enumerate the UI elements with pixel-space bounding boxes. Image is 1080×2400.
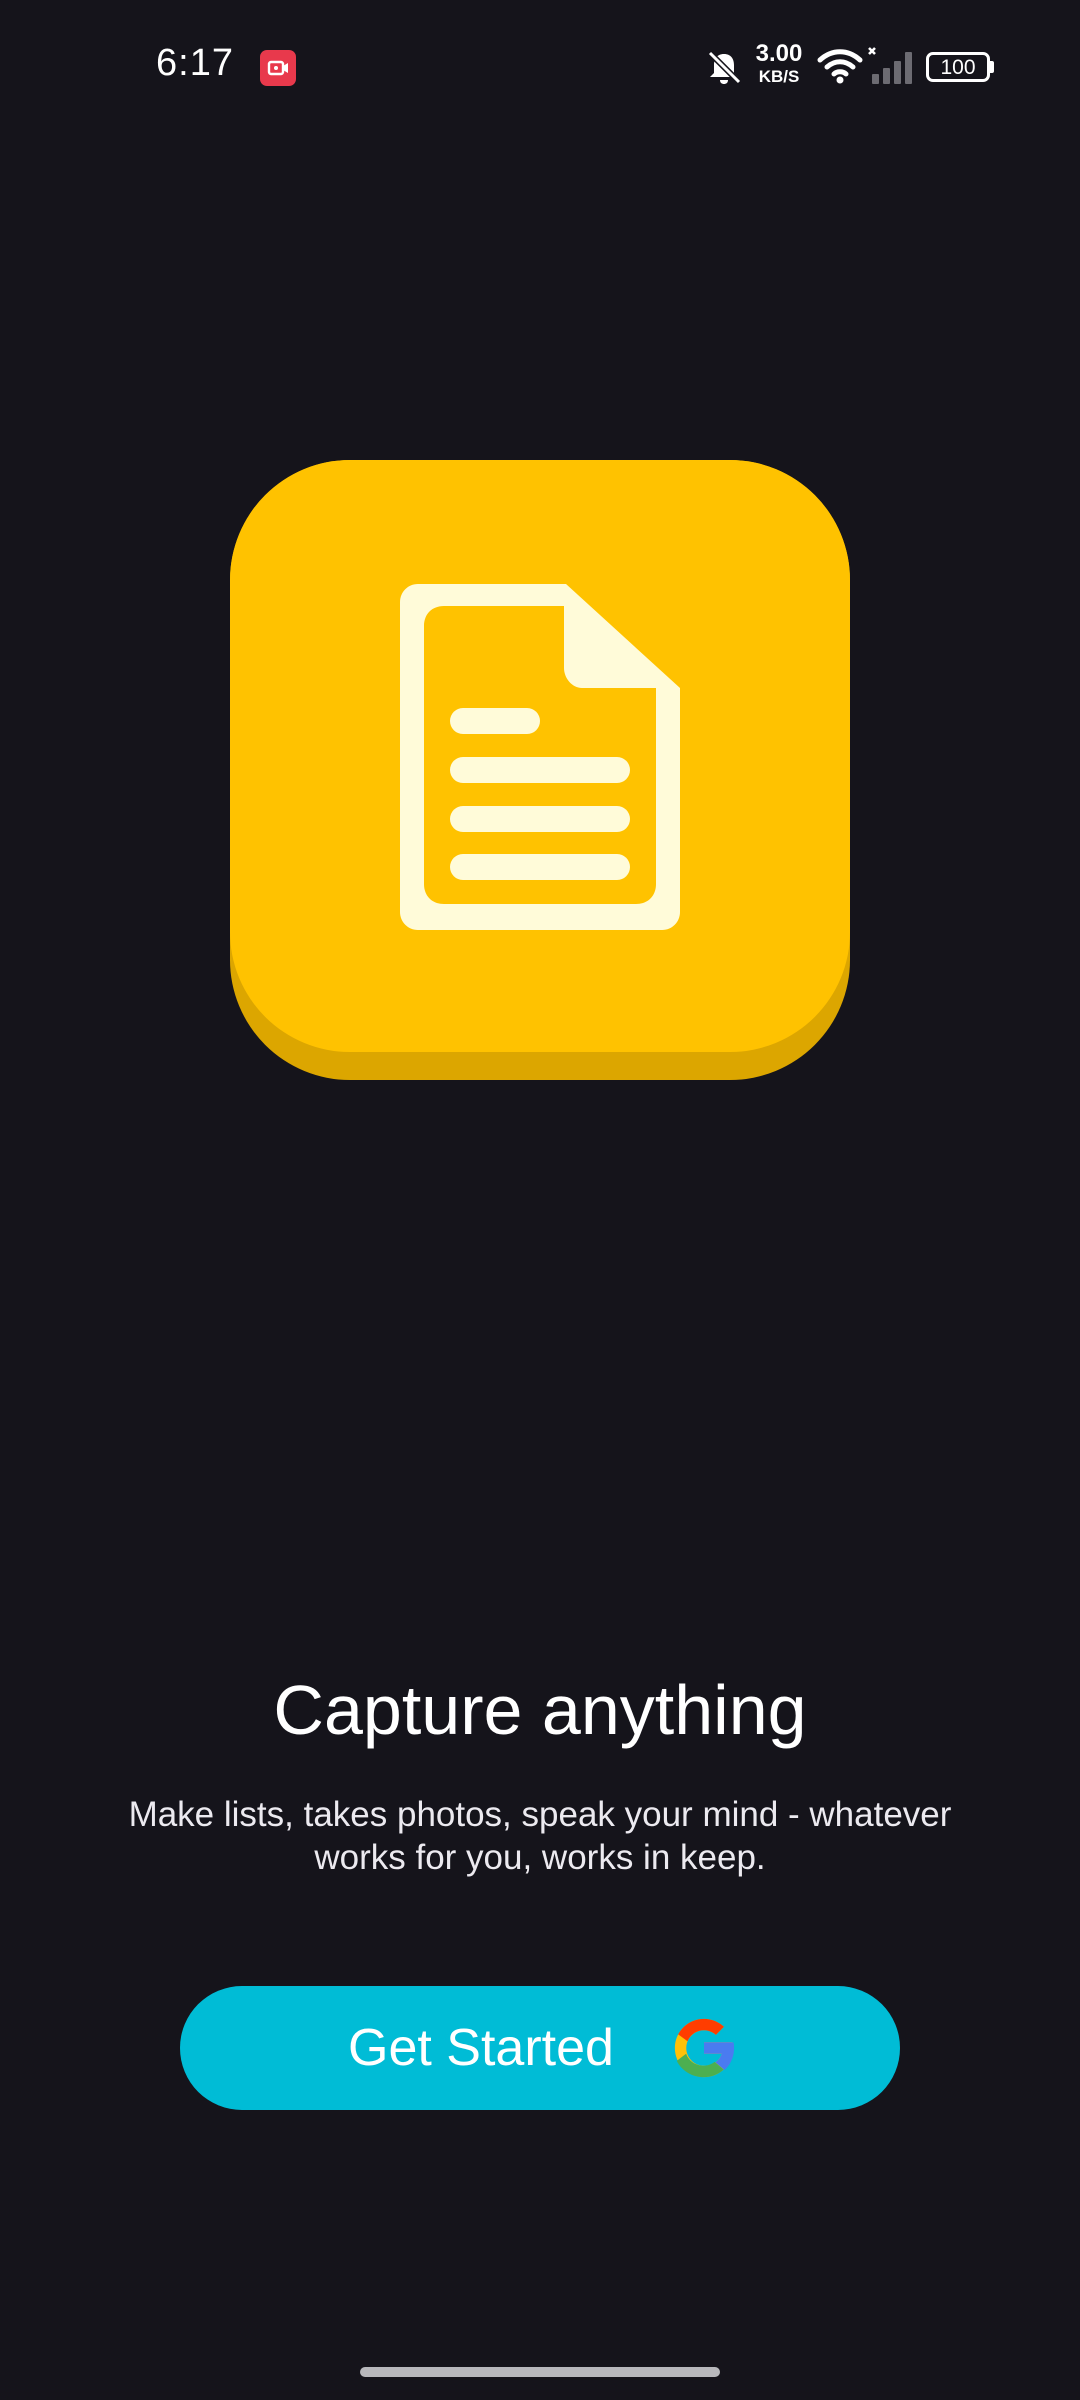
network-speed-unit: KB/S [758,67,800,86]
battery-icon: 100 [926,52,994,82]
get-started-label: Get Started [348,2019,614,2077]
document-icon [400,584,680,930]
get-started-button[interactable]: Get Started [180,1986,900,2110]
home-gesture-bar[interactable] [360,2367,720,2377]
onboarding-title: Capture anything [273,1671,807,1749]
bell-off-icon [704,48,744,88]
network-speed-value: 3.00 [755,40,803,67]
battery-level: 100 [940,55,976,79]
signal-icon [866,44,914,88]
screen-record-icon [260,50,296,86]
keep-app-icon [230,460,850,1080]
app-icon-face [230,460,850,1052]
google-icon [666,2010,742,2086]
status-bar: 6:17 3.00 KB/S 100 [0,0,1080,130]
wifi-icon [816,46,864,86]
network-speed: 3.00 KB/S [749,40,809,86]
onboarding-description: Make lists, takes photos, speak your min… [128,1795,952,1877]
status-time: 6:17 [156,42,234,84]
